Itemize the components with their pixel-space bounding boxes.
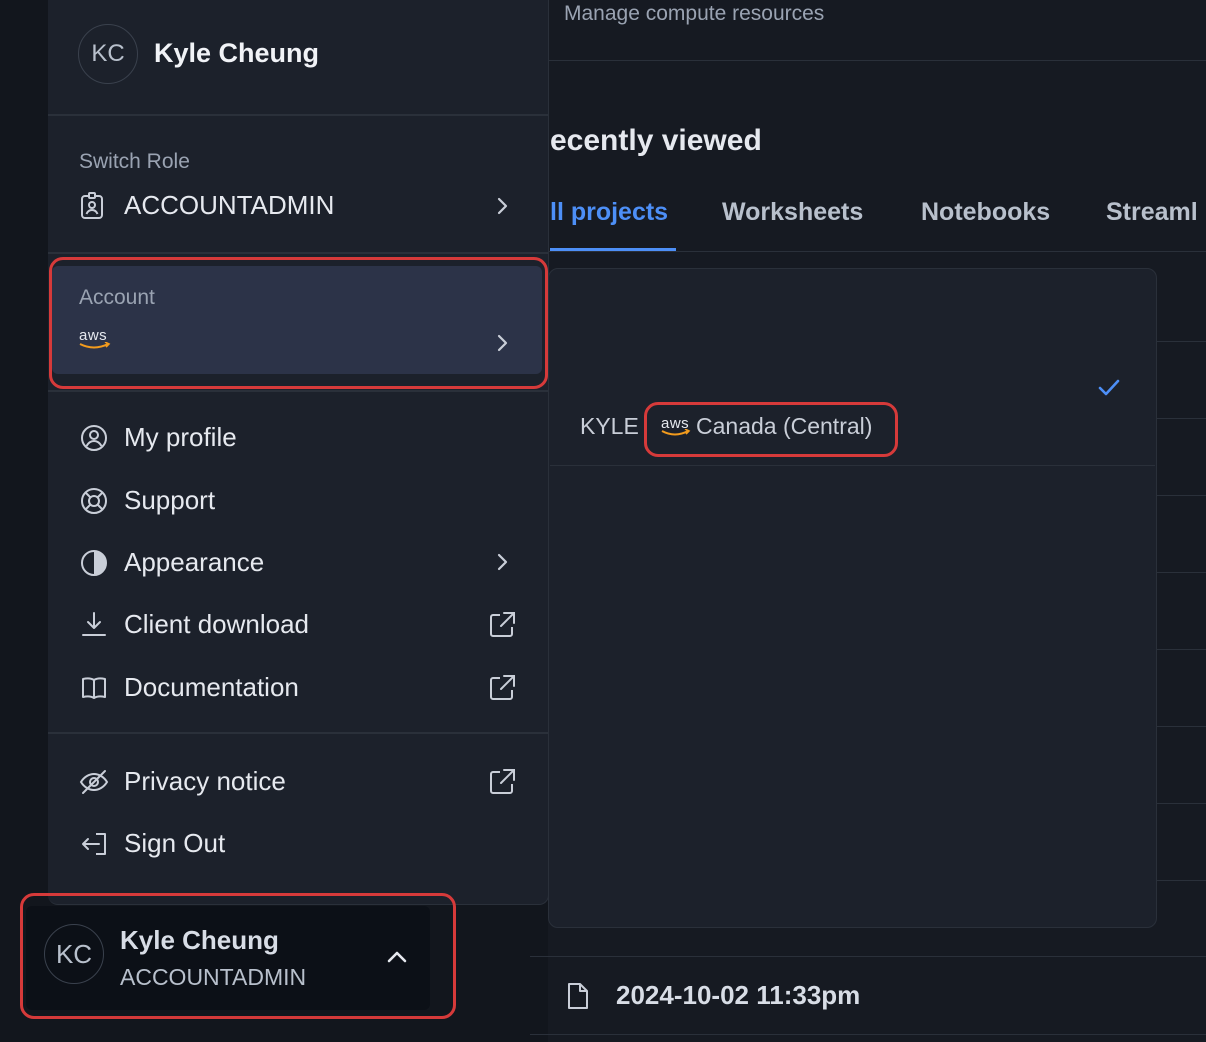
book-icon: [82, 677, 106, 699]
documentation-label: Documentation: [124, 672, 299, 702]
row-divider: [1156, 649, 1206, 650]
highlight-box: [644, 402, 898, 457]
divider: [48, 114, 548, 116]
privacy-notice-item[interactable]: [48, 758, 548, 806]
recently-viewed-heading: ecently viewed: [550, 124, 762, 157]
account-submenu: [548, 268, 1157, 928]
download-icon: [82, 612, 106, 636]
appearance-label: Appearance: [124, 547, 265, 577]
divider: [48, 732, 548, 734]
tab-worksheets[interactable]: Worksheets: [722, 198, 863, 227]
my-profile-item[interactable]: [48, 414, 548, 462]
tabs-divider: [548, 251, 1206, 252]
support-item[interactable]: [48, 477, 548, 525]
sign-out-label: Sign Out: [124, 828, 226, 858]
external-link-icon: [490, 675, 515, 700]
current-role: ACCOUNTADMIN: [124, 190, 335, 220]
divider: [48, 390, 548, 392]
support-label: Support: [124, 485, 216, 515]
row-divider: [1156, 418, 1206, 419]
half-circle-icon: [81, 550, 107, 576]
sign-out-icon: [82, 833, 106, 855]
divider: [550, 465, 1155, 466]
tab-all-projects[interactable]: ll projects: [550, 198, 668, 227]
row-divider: [1156, 726, 1206, 727]
divider: [548, 60, 1206, 61]
file-icon: [568, 983, 588, 1009]
row-divider: [1156, 572, 1206, 573]
account-name: KYLE: [580, 413, 639, 439]
client-download-label: Client download: [124, 609, 310, 639]
tab-streamlit[interactable]: Streaml: [1106, 198, 1198, 227]
highlight-box: [49, 257, 548, 389]
external-link-icon: [490, 769, 515, 794]
user-name: Kyle Cheung: [154, 38, 320, 68]
role-badge-icon: [81, 192, 103, 219]
row-divider: [530, 956, 1206, 957]
appearance-item[interactable]: [48, 539, 548, 587]
highlight-box: [20, 893, 456, 1019]
row-divider: [530, 1034, 1206, 1035]
privacy-notice-label: Privacy notice: [124, 766, 286, 796]
worksheet-row-title[interactable]: 2024-10-02 11:33pm: [616, 980, 860, 1011]
row-divider: [1156, 803, 1206, 804]
checkmark-icon: [1098, 379, 1120, 396]
chevron-right-icon: [497, 553, 508, 571]
tab-notebooks[interactable]: Notebooks: [921, 198, 1050, 227]
external-link-icon: [490, 612, 515, 637]
sign-out-item[interactable]: [48, 820, 548, 868]
lifebuoy-icon: [81, 488, 107, 514]
avatar: KC: [78, 24, 138, 84]
page-subtitle: Manage compute resources: [564, 2, 825, 25]
row-divider: [1156, 495, 1206, 496]
row-divider: [1156, 880, 1206, 881]
row-divider: [1156, 341, 1206, 342]
account-option-label: KYLE: [580, 413, 639, 440]
eye-off-icon: [79, 770, 109, 794]
chevron-right-icon: [497, 197, 508, 215]
my-profile-label: My profile: [124, 422, 237, 452]
switch-role-label: Switch Role: [79, 150, 190, 173]
divider: [48, 252, 548, 254]
user-circle-icon: [81, 425, 107, 451]
